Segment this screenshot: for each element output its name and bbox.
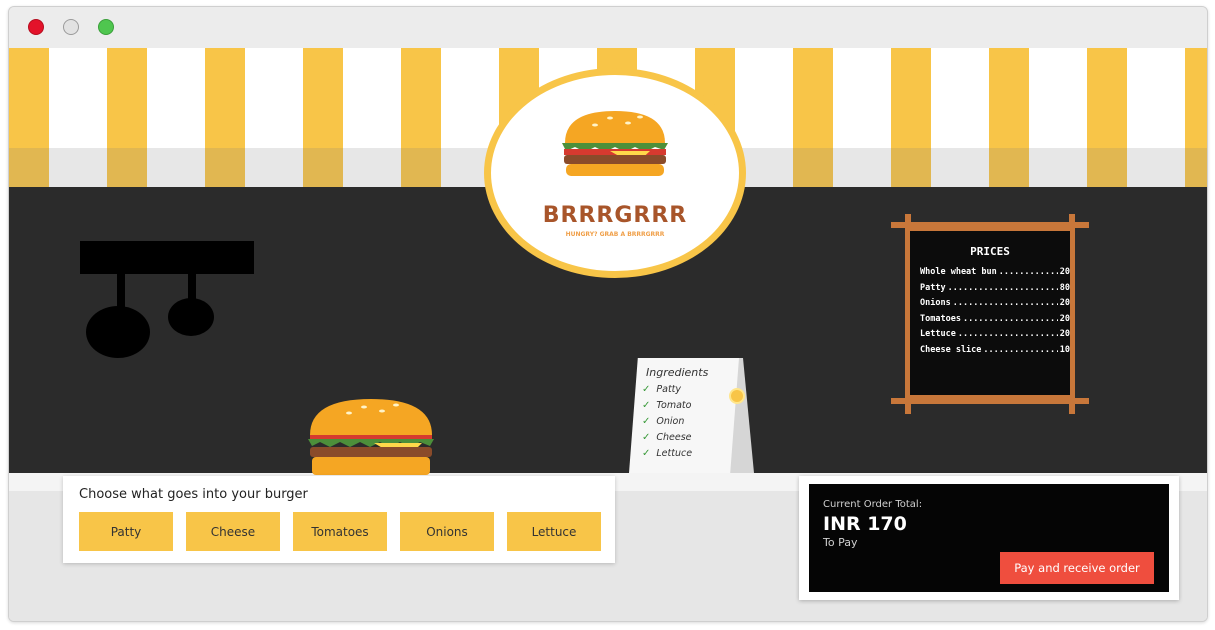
ingredients-card: Ingredients ✓ Patty ✓ Tomato ✓ Onion ✓ Chees… [624, 358, 754, 473]
chooser-label: Choose what goes into your burger [79, 487, 308, 502]
app-window: BRRRGRRR HUNGRY? GRAB A BRRRGRRR PRICES … [8, 6, 1208, 622]
price-row: Onions..................................… [920, 298, 1070, 308]
tomatoes-button[interactable]: Tomatoes [293, 512, 387, 551]
ingredients-list: ✓ Patty ✓ Tomato ✓ Onion ✓ Cheese ✓ Lettuce [642, 384, 692, 464]
order-panel: Current Order Total: INR 170 To Pay Pay … [799, 476, 1179, 600]
brand-name: BRRRGRRR [542, 203, 688, 228]
list-item: ✓ Cheese [642, 432, 692, 443]
title-bar [9, 7, 1207, 48]
burger-shop-scene: BRRRGRRR HUNGRY? GRAB A BRRRGRRR PRICES … [9, 48, 1207, 621]
lettuce-button[interactable]: Lettuce [507, 512, 601, 551]
pay-button[interactable]: Pay and receive order [1000, 552, 1154, 584]
badge-dot-icon [729, 388, 745, 404]
cheese-button[interactable]: Cheese [186, 512, 280, 551]
checkmark-icon: ✓ [642, 416, 651, 427]
ingredients-title: Ingredients [646, 366, 709, 379]
price-row: Patty..................................8… [920, 282, 1070, 293]
window-minimize-icon[interactable] [63, 19, 79, 35]
checkmark-icon: ✓ [642, 432, 651, 443]
list-item: ✓ Onion [642, 416, 685, 427]
brand-logo: BRRRGRRR HUNGRY? GRAB A BRRRGRRR [484, 68, 746, 278]
patty-button[interactable]: Patty [79, 512, 173, 551]
price-row: Whole wheat bun.........................… [920, 267, 1070, 277]
brand-tagline: HUNGRY? GRAB A BRRRGRRR [565, 231, 665, 238]
price-row: Tomatoes................................… [920, 313, 1070, 324]
checkmark-icon: ✓ [642, 400, 651, 411]
onions-button[interactable]: Onions [400, 512, 494, 551]
burger-preview-icon [308, 399, 434, 475]
logo-burger-icon [562, 111, 668, 176]
order-total-label: Current Order Total: [823, 499, 923, 510]
price-board-title: PRICES [970, 245, 1010, 258]
ingredient-chooser-panel: Choose what goes into your burger Patty … [63, 476, 615, 563]
order-summary: Current Order Total: INR 170 To Pay Pay … [809, 484, 1169, 592]
list-item: ✓ Lettuce [642, 448, 693, 459]
price-board: PRICES Whole wheat bun..................… [891, 214, 1089, 414]
price-row: Cheese slice............................… [920, 344, 1070, 355]
checkmark-icon: ✓ [642, 448, 651, 459]
window-close-icon[interactable] [28, 19, 44, 35]
window-maximize-icon[interactable] [98, 19, 114, 35]
checkmark-icon: ✓ [642, 384, 651, 395]
order-total-subtext: To Pay [823, 536, 858, 549]
price-list: Whole wheat bun.........................… [920, 267, 1070, 360]
list-item: ✓ Tomato [642, 400, 692, 411]
price-row: Lettuce.................................… [920, 329, 1070, 339]
list-item: ✓ Patty [642, 384, 682, 395]
order-total-amount: INR 170 [823, 513, 907, 535]
